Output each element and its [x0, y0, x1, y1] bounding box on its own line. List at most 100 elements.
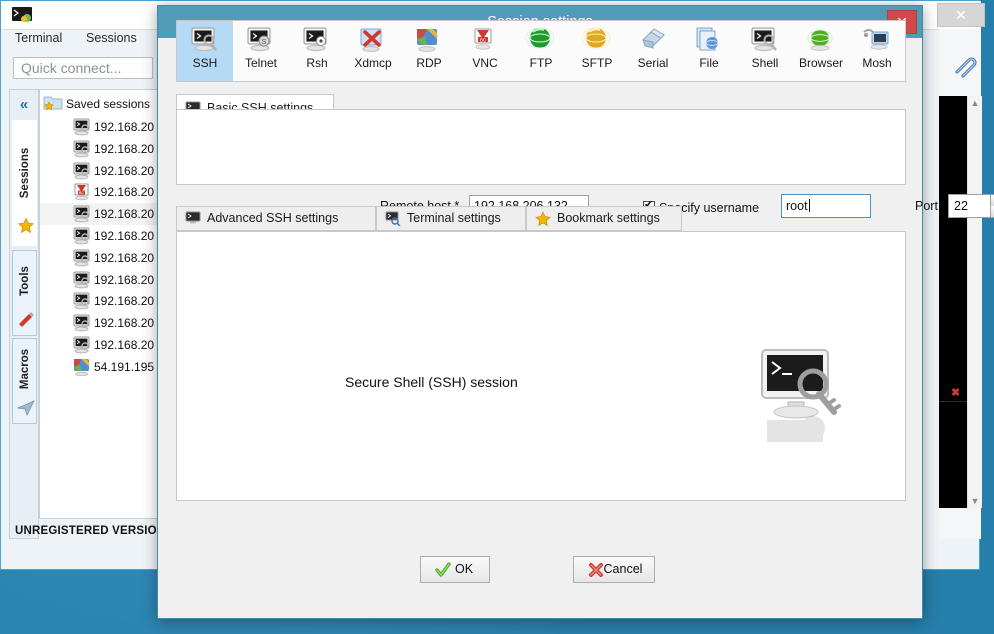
- svg-text:BC: BC: [480, 38, 486, 43]
- protocol-label: RDP: [416, 56, 442, 70]
- session-label: 192.168.20: [94, 141, 155, 156]
- protocol-vnc[interactable]: BC VNC: [457, 21, 513, 81]
- button-label: Cancel: [603, 562, 643, 576]
- vnc-icon: BC: [470, 26, 500, 54]
- browser-icon: [806, 26, 836, 54]
- paperclip-icon[interactable]: [953, 56, 979, 78]
- protocol-serial[interactable]: Serial: [625, 21, 681, 81]
- rdp-icon: [414, 26, 444, 54]
- sidebar-item-label: Tools: [18, 266, 31, 297]
- button-label: OK: [454, 562, 474, 576]
- telnet-icon: S: [246, 26, 276, 54]
- protocol-rsh[interactable]: Rsh: [289, 21, 345, 81]
- sidebar-ribbon: « Sessions Tools Macros: [9, 89, 39, 539]
- ssh-session-icon: [72, 336, 91, 354]
- ssh-session-icon: [72, 249, 91, 267]
- ssh-session-icon: [72, 227, 91, 245]
- menu-terminal[interactable]: Terminal: [15, 31, 62, 45]
- protocol-ssh[interactable]: SSH: [177, 21, 233, 81]
- sidebar-item-sessions[interactable]: Sessions: [12, 120, 37, 246]
- port-stepper[interactable]: ▲ ▼: [990, 194, 994, 218]
- vnc-session-icon: BC: [72, 183, 91, 201]
- ssh-session-icon: [72, 292, 91, 310]
- tab-advanced-ssh-settings[interactable]: Advanced SSH settings: [176, 206, 376, 231]
- collapse-sidebar-button[interactable]: «: [10, 92, 38, 118]
- tab-bookmark-settings[interactable]: Bookmark settings: [526, 206, 682, 231]
- ssh-session-icon: [72, 314, 91, 332]
- terminal-output-area: [939, 96, 967, 508]
- session-label: 192.168.20: [94, 185, 155, 200]
- protocol-label: SSH: [192, 56, 218, 70]
- protocol-label: Xdmcp: [354, 56, 392, 70]
- session-settings-dialog: Session settings ✕ SSHSTelnetRshXdmcpRDP…: [157, 5, 994, 619]
- mobaxterm-close-button[interactable]: ✕: [937, 3, 985, 27]
- protocol-rdp[interactable]: RDP: [401, 21, 457, 81]
- settings-tab-bar: Advanced SSH settings Terminal settings …: [176, 206, 906, 231]
- protocol-shell[interactable]: Shell: [737, 21, 793, 81]
- mobaxterm-menubar: Terminal Sessions: [9, 31, 159, 53]
- session-label: 192.168.20: [94, 207, 155, 222]
- terminal-magnifier-icon: [385, 211, 401, 226]
- session-label: 192.168.20: [94, 294, 155, 309]
- protocol-sftp[interactable]: SFTP: [569, 21, 625, 81]
- ssh-icon: [190, 26, 220, 54]
- sidebar-item-label: Macros: [18, 349, 31, 390]
- tab-label: Advanced SSH settings: [207, 211, 339, 225]
- paper-plane-icon: [17, 400, 35, 416]
- port-input[interactable]: 22: [948, 194, 990, 218]
- screen: Terminal Sessions Quick connect... « Ses…: [0, 0, 994, 634]
- star-icon: [18, 217, 34, 234]
- quick-connect-input[interactable]: Quick connect...: [13, 57, 153, 79]
- mosh-icon: [862, 26, 892, 54]
- scroll-down-icon[interactable]: ▼: [968, 494, 982, 508]
- sftp-icon: [581, 26, 612, 54]
- sidebar-item-tools[interactable]: Tools: [12, 250, 37, 336]
- svg-text:S: S: [262, 39, 267, 46]
- star-icon: [535, 211, 551, 226]
- cancel-button[interactable]: Cancel: [573, 556, 655, 583]
- session-label: 192.168.20: [94, 338, 155, 352]
- session-label: 192.168.20: [94, 272, 155, 287]
- protocol-browser[interactable]: Browser: [793, 21, 849, 81]
- terminal-scrollbar[interactable]: ▲ ▼: [967, 96, 982, 508]
- session-label: 192.168.20: [94, 163, 155, 178]
- unregistered-version-label: UNREGISTERED VERSION: [15, 525, 166, 537]
- folder-star-icon: [43, 96, 63, 111]
- scroll-up-icon[interactable]: ▲: [968, 96, 982, 110]
- protocol-label: FTP: [529, 56, 553, 70]
- tab-terminal-settings[interactable]: Terminal settings: [376, 206, 526, 231]
- tab-label: Bookmark settings: [557, 211, 660, 225]
- rdp-session-icon: [72, 358, 91, 377]
- protocol-label: File: [699, 56, 719, 70]
- protocol-label: Browser: [798, 56, 843, 70]
- monitor-icon: [185, 211, 201, 224]
- protocol-label: Mosh: [862, 56, 892, 70]
- session-label: 192.168.20: [94, 120, 155, 134]
- port-label: Port: [915, 199, 938, 213]
- protocol-mosh[interactable]: Mosh: [849, 21, 905, 81]
- svg-text:BC: BC: [79, 191, 84, 195]
- ok-button[interactable]: OK: [420, 556, 490, 583]
- shell-icon: [750, 26, 780, 54]
- protocol-label: VNC: [472, 56, 498, 70]
- xdmcp-icon: [358, 26, 388, 54]
- protocol-file[interactable]: File: [681, 21, 737, 81]
- protocol-xdmcp[interactable]: Xdmcp: [345, 21, 401, 81]
- session-label: 192.168.20: [94, 229, 155, 243]
- session-tree-root-label: Saved sessions: [66, 97, 151, 111]
- protocol-label: Serial: [637, 56, 669, 70]
- protocol-label: Telnet: [244, 56, 278, 70]
- terminal-divider: [939, 401, 967, 402]
- ssh-terminal-key-icon: [761, 349, 841, 442]
- ssh-session-icon: [72, 271, 91, 289]
- protocol-label: SFTP: [581, 56, 613, 70]
- tab-label: Terminal settings: [407, 211, 501, 225]
- protocol-selector: SSH S Telnet Rsh Xdmcp RDP BC VNC FTP SFTP Serial F…: [176, 20, 906, 82]
- menu-sessions[interactable]: Sessions: [86, 31, 137, 45]
- protocol-ftp[interactable]: FTP: [513, 21, 569, 81]
- sidebar-item-macros[interactable]: Macros: [12, 338, 37, 424]
- sidebar-item-label: Sessions: [18, 147, 31, 199]
- terminal-error-marker: ✖: [951, 387, 961, 399]
- protocol-telnet[interactable]: S Telnet: [233, 21, 289, 81]
- session-type-caption: Secure Shell (SSH) session: [345, 374, 518, 390]
